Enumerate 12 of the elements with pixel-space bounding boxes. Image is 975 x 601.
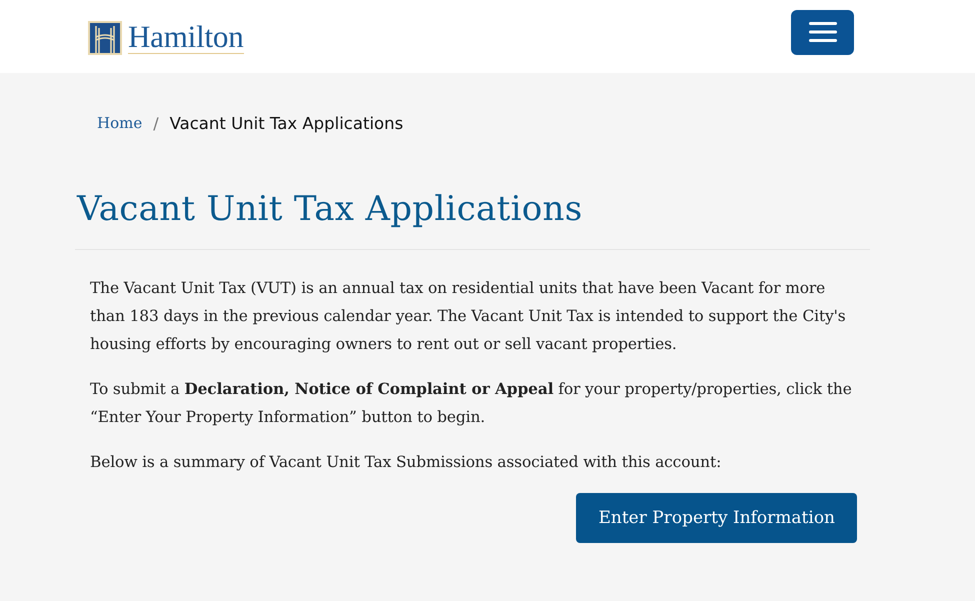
body-paragraph: Below is a summary of Vacant Unit Tax Submissions associated with this account:	[90, 452, 722, 473]
logo-wordmark[interactable]: Hamilton	[128, 22, 244, 54]
body-paragraph: The Vacant Unit Tax (VUT) is an annual tax on residential units that have been Vacant for more than 183 days in the previous calendar year. The Vacant Unit Tax is intended to support the City's housing efforts by encouraging owners to rent out or sell vacant properties.	[90, 278, 847, 355]
bridge-logo-icon	[88, 20, 122, 54]
page-title: Vacant Unit Tax Applications	[77, 188, 584, 231]
enter-property-button[interactable]: Enter Property Information	[576, 493, 857, 543]
body-paragraph: To submit a Declaration, Notice of Complaint or Appeal for your property/properties, click the “Enter Your Property Information” button to begin.	[90, 379, 853, 428]
breadcrumb-separator: /	[153, 114, 159, 132]
menu-button[interactable]	[791, 10, 854, 54]
breadcrumb-link[interactable]: Home	[97, 114, 142, 132]
menu-icon	[808, 21, 836, 43]
breadcrumb-current: Vacant Unit Tax Applications	[170, 114, 404, 132]
